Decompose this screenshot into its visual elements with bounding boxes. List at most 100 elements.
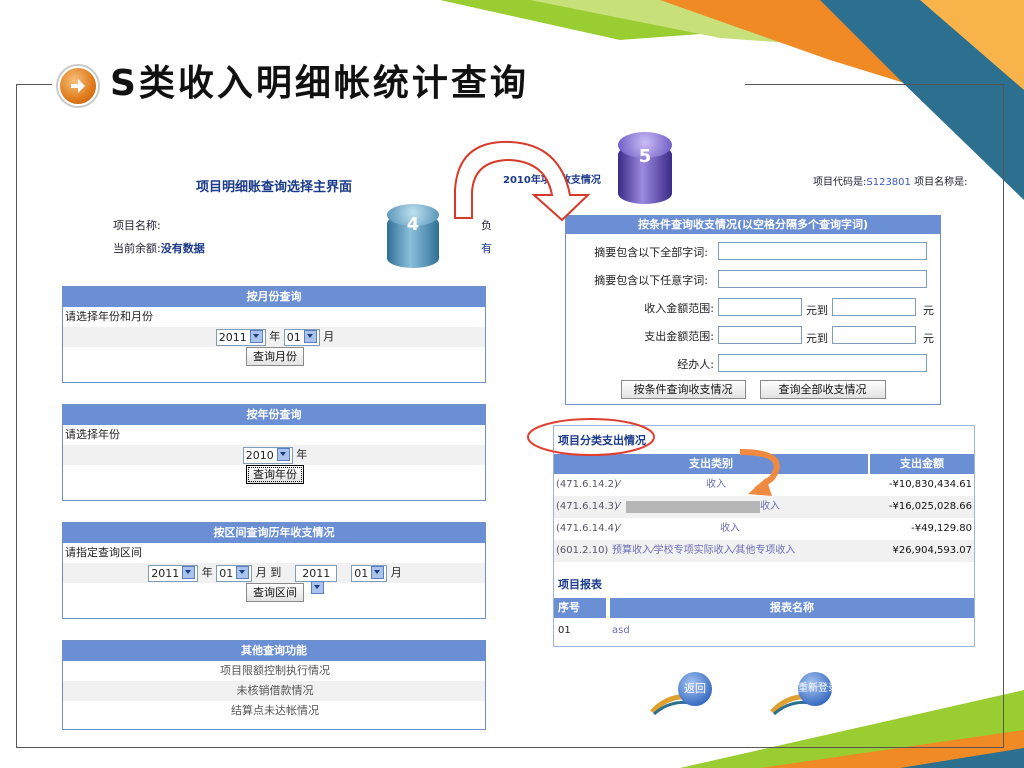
- link-quota-control[interactable]: 项目限额控制执行情况: [63, 661, 485, 681]
- link-settlement-pending[interactable]: 结算点未达帐情况: [63, 701, 485, 721]
- row-category: 收入: [706, 479, 726, 490]
- month-unit: 月: [323, 330, 335, 343]
- income-min-input[interactable]: [718, 298, 802, 316]
- by-range-panel: 按区间查询历年收支情况 请指定查询区间 2011 年 01 月 到 2011 0…: [62, 522, 486, 619]
- by-month-panel: 按月份查询 请选择年份和月份 2011 年 01 月 查询月份: [62, 286, 486, 383]
- by-year-button-row: 查询年份: [63, 465, 485, 485]
- any-words-input[interactable]: [718, 270, 927, 288]
- category-expense-panel: 项目分类支出情况 支出类别 支出金额 (471.6.14.2)⁄ 收入 -¥10…: [553, 425, 975, 647]
- row-category: 收入: [760, 501, 780, 512]
- by-year-header: 按年份查询: [63, 405, 485, 425]
- chevron-down-icon: [182, 566, 196, 579]
- month-unit: 月: [390, 566, 402, 579]
- query-month-button[interactable]: 查询月份: [246, 347, 304, 366]
- year-unit: 年: [269, 330, 281, 343]
- condition-search-header: 按条件查询收支情况(以空格分隔多个查询字词): [566, 216, 940, 234]
- expense-range-label: 支出金额范围:: [644, 330, 714, 343]
- year-select[interactable]: 2011: [215, 328, 266, 346]
- table-row[interactable]: (601.2.10) 预算收入⁄学校专项实际收入⁄其他专项收入 ¥26,904,…: [554, 540, 974, 562]
- row-amount: -¥16,025,028.66: [888, 501, 972, 512]
- col-category: 支出类别: [554, 454, 868, 474]
- by-range-prompt: 请指定查询区间: [65, 546, 142, 559]
- by-range-header: 按区间查询历年收支情况: [63, 523, 485, 543]
- row-amount: -¥49,129.80: [911, 523, 972, 534]
- chevron-down-icon: [249, 330, 263, 343]
- income-max-input[interactable]: [832, 298, 916, 316]
- all-words-label: 摘要包含以下全部字词:: [594, 246, 708, 259]
- query-range-button[interactable]: 查询区间: [246, 583, 304, 602]
- row-category: 预算收入⁄学校专项实际收入⁄其他专项收入: [612, 545, 796, 556]
- other-functions-panel: 其他查询功能 项目限额控制执行情况 未核销借款情况 结算点未达帐情况: [62, 640, 486, 730]
- report-title: 项目报表: [558, 578, 602, 591]
- table-row[interactable]: (471.6.14.4)⁄ 收入 -¥49,129.80: [554, 518, 974, 540]
- balance-row: 当前余额:没有数据: [113, 240, 205, 256]
- slide-title: S类收入明细帐统计查询: [110, 63, 529, 104]
- by-year-prompt: 请选择年份: [65, 428, 120, 441]
- year-select[interactable]: 2010: [242, 446, 293, 464]
- balance-value: 没有数据: [160, 242, 205, 255]
- year-unit: 年: [201, 566, 213, 579]
- row-code: (471.6.14.3)⁄: [556, 501, 620, 512]
- step-5-label: 5: [638, 146, 652, 167]
- by-range-selectors: 2011 年 01 月 到 2011 01 月: [63, 563, 485, 594]
- row-code: (601.2.10): [556, 545, 609, 556]
- by-month-prompt: 请选择年份和月份: [65, 310, 153, 323]
- by-range-button-row: 查询区间: [63, 583, 485, 603]
- col-no: 序号: [554, 598, 606, 618]
- report-header-row: 序号 报表名称: [554, 598, 974, 618]
- expense-to-label: 元到: [806, 332, 828, 345]
- expense-max-input[interactable]: [832, 326, 916, 344]
- from-year-select[interactable]: 2011: [148, 564, 199, 582]
- by-month-button-row: 查询月份: [63, 347, 485, 367]
- expense-yuan-label: 元: [923, 332, 934, 345]
- step-4-badge: 4: [387, 204, 439, 268]
- to-label: 到: [270, 566, 282, 579]
- table-row[interactable]: (471.6.14.2)⁄ 收入 -¥10,830,434.61: [554, 474, 974, 496]
- any-words-label: 摘要包含以下任意字词:: [594, 274, 708, 287]
- row-amount: ¥26,904,593.07: [892, 545, 972, 556]
- expense-min-input[interactable]: [718, 326, 802, 344]
- condition-search-button[interactable]: 按条件查询收支情况: [620, 380, 746, 399]
- all-words-input[interactable]: [718, 242, 927, 260]
- back-button[interactable]: 返回: [650, 672, 720, 717]
- project-code-label: 项目代码是:: [813, 177, 867, 188]
- handler-input[interactable]: [718, 354, 927, 372]
- table-row[interactable]: (471.6.14.3)⁄ 收入 -¥16,025,028.66: [554, 496, 974, 518]
- year-unit: 年: [296, 448, 308, 461]
- row-category: 收入: [720, 523, 740, 534]
- by-month-header: 按月份查询: [63, 287, 485, 307]
- income-yuan-label: 元: [923, 304, 934, 317]
- row-code: (471.6.14.2)⁄: [556, 479, 620, 490]
- chevron-down-icon: [371, 566, 385, 579]
- year-summary-title: 2010年项目收支情况: [503, 175, 601, 186]
- month-select[interactable]: 01: [283, 328, 320, 346]
- to-year-select[interactable]: 2011: [295, 564, 338, 594]
- relogin-button[interactable]: 重新登录: [770, 672, 850, 717]
- balance-label: 当前余额:: [113, 242, 161, 255]
- condition-search-panel: 按条件查询收支情况(以空格分隔多个查询字词) 摘要包含以下全部字词: 摘要包含以…: [565, 215, 941, 405]
- other-functions-header: 其他查询功能: [63, 641, 485, 661]
- handler-label: 经办人:: [677, 358, 714, 371]
- search-buttons-row: 按条件查询收支情况 查询全部收支情况: [566, 380, 940, 399]
- month-unit: 月: [255, 566, 267, 579]
- chevron-down-icon: [303, 330, 317, 343]
- step-5-badge: 5: [618, 132, 672, 204]
- all-records-button[interactable]: 查询全部收支情况: [759, 380, 886, 399]
- from-month-select[interactable]: 01: [216, 564, 253, 582]
- col-amount: 支出金额: [870, 454, 974, 474]
- chevron-down-icon: [311, 581, 325, 594]
- query-year-button[interactable]: 查询年份: [246, 465, 304, 484]
- table-row[interactable]: 01 asd: [554, 620, 974, 642]
- report-name-link[interactable]: asd: [612, 620, 630, 642]
- category-title: 项目分类支出情况: [558, 434, 646, 447]
- step-4-label: 4: [406, 214, 420, 235]
- project-code-row: 项目代码是:S123801 项目名称是:: [813, 173, 967, 188]
- to-month-select[interactable]: 01: [351, 564, 388, 582]
- row-amount: -¥10,830,434.61: [888, 479, 972, 490]
- by-year-panel: 按年份查询 请选择年份 2010 年 查询年份: [62, 404, 486, 501]
- project-name-label: 项目名称:: [113, 219, 161, 232]
- relogin-label: 重新登录: [798, 672, 838, 706]
- link-unsettled-loans[interactable]: 未核销借款情况: [63, 681, 485, 701]
- by-month-selectors: 2011 年 01 月: [63, 327, 485, 347]
- project-name-label: 项目名称是:: [914, 177, 968, 188]
